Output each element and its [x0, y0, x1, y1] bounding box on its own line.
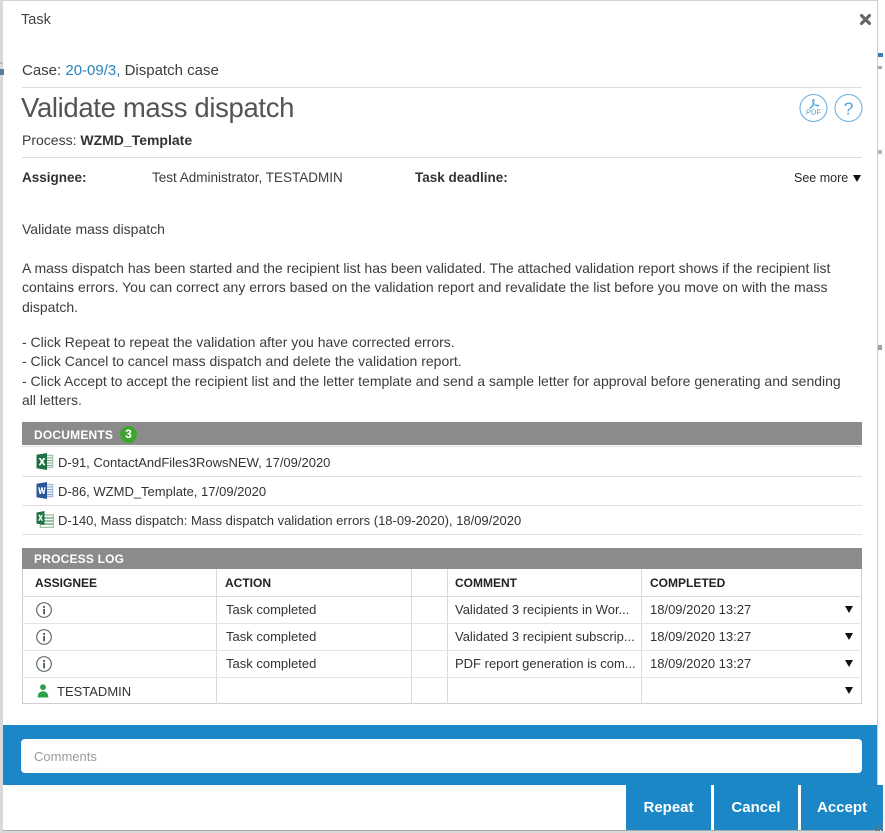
svg-text:?: ?: [844, 99, 854, 119]
svg-text:PDF: PDF: [806, 108, 821, 117]
